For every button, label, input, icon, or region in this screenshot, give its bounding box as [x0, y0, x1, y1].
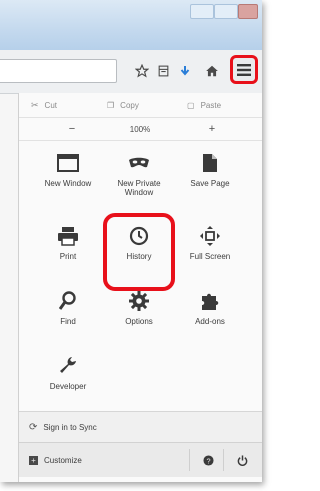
full-screen-label: Full Screen: [189, 252, 231, 261]
addons-label: Add-ons: [195, 317, 225, 326]
browser-window: ✂ Cut ❐ Copy ▢ Paste − 100% + New Window: [0, 0, 262, 482]
new-window-label: New Window: [44, 179, 92, 188]
options-button[interactable]: Options: [108, 283, 170, 345]
sign-in-label: Sign in to Sync: [43, 422, 97, 432]
printer-icon: [56, 224, 80, 248]
star-icon[interactable]: [134, 62, 150, 80]
home-icon[interactable]: [204, 62, 220, 80]
edit-controls: ✂ Cut ❐ Copy ▢ Paste: [19, 93, 262, 118]
zoom-reset-button[interactable]: 100%: [115, 118, 165, 140]
save-page-button[interactable]: Save Page: [179, 145, 241, 207]
save-page-icon: [198, 151, 222, 175]
hamburger-menu-icon: [237, 63, 251, 76]
copy-icon: ❐: [107, 100, 115, 110]
cut-button[interactable]: ✂ Cut: [31, 93, 57, 117]
svg-text:?: ?: [206, 456, 210, 465]
minimize-button[interactable]: [190, 4, 214, 19]
new-private-window-label: New Private Window: [117, 179, 161, 197]
cut-label: Cut: [44, 100, 57, 110]
nav-toolbar: [0, 50, 262, 94]
find-label: Find: [60, 317, 76, 326]
paste-icon: ▢: [187, 100, 195, 110]
search-icon: [56, 289, 80, 313]
zoom-out-button[interactable]: −: [47, 118, 97, 140]
new-private-window-button[interactable]: New Private Window: [108, 145, 170, 207]
help-button[interactable]: ?: [199, 451, 217, 469]
zoom-in-button[interactable]: +: [187, 118, 237, 140]
save-page-label: Save Page: [190, 179, 230, 188]
full-screen-icon: [198, 224, 222, 248]
footer-divider: [189, 449, 190, 471]
gear-icon: [127, 289, 151, 313]
puzzle-piece-icon: [198, 289, 222, 313]
menu-panel: ✂ Cut ❐ Copy ▢ Paste − 100% + New Window: [18, 93, 262, 482]
new-window-button[interactable]: New Window: [37, 145, 99, 207]
copy-label: Copy: [120, 100, 139, 110]
paste-label: Paste: [200, 100, 222, 110]
paste-button[interactable]: ▢ Paste: [187, 93, 221, 117]
sign-in-to-sync-button[interactable]: ⟳ Sign in to Sync: [19, 411, 262, 442]
footer-divider-2: [223, 449, 224, 471]
new-window-icon: [56, 151, 80, 175]
download-icon[interactable]: [177, 62, 193, 80]
scissors-icon: ✂: [31, 99, 39, 110]
close-window-button[interactable]: [238, 4, 258, 19]
customize-button[interactable]: + Customize: [29, 443, 82, 477]
url-bar[interactable]: [0, 59, 117, 83]
power-icon: [237, 454, 247, 466]
developer-label: Developer: [49, 382, 87, 391]
full-screen-button[interactable]: Full Screen: [179, 218, 241, 280]
maximize-button[interactable]: [214, 4, 238, 19]
quit-button[interactable]: [233, 451, 251, 469]
copy-button[interactable]: ❐ Copy: [107, 93, 139, 117]
wrench-icon: [56, 354, 80, 378]
sync-icon: ⟳: [29, 421, 38, 433]
customize-icon: +: [29, 455, 38, 465]
footer-bar: + Customize ?: [19, 442, 262, 477]
options-label: Options: [125, 317, 153, 326]
history-highlight: [103, 213, 175, 291]
title-bar: [0, 0, 262, 50]
hamburger-menu-button[interactable]: [230, 55, 258, 84]
developer-button[interactable]: Developer: [37, 348, 99, 410]
zoom-controls: − 100% +: [19, 118, 262, 141]
print-button[interactable]: Print: [37, 218, 99, 280]
mask-icon: [127, 151, 151, 175]
help-icon: ?: [202, 454, 214, 466]
customize-label: Customize: [44, 455, 82, 465]
addons-button[interactable]: Add-ons: [179, 283, 241, 345]
print-label: Print: [59, 252, 77, 261]
bookmarks-library-icon[interactable]: [155, 62, 171, 80]
find-button[interactable]: Find: [37, 283, 99, 345]
